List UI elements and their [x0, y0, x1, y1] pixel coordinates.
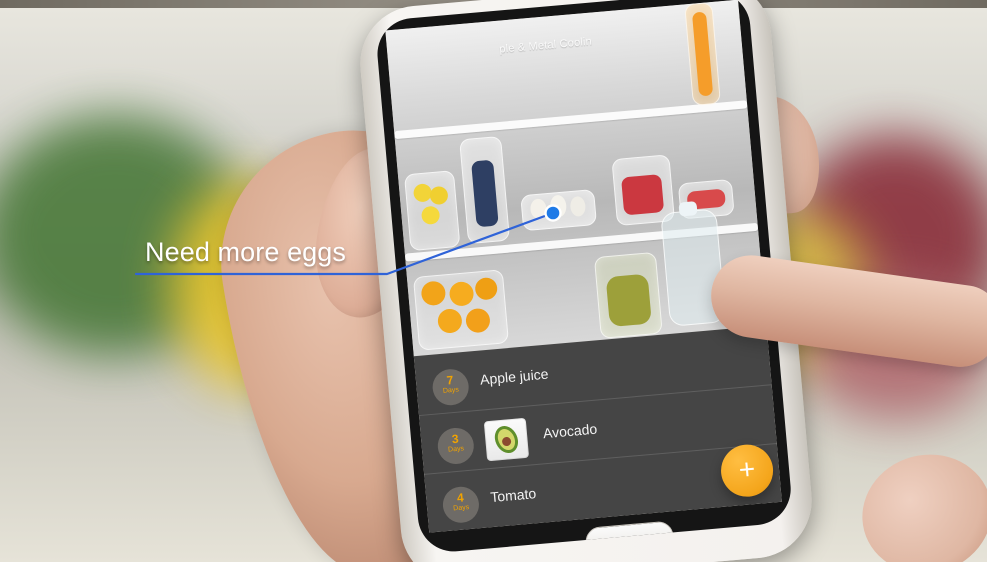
carrots	[691, 11, 714, 97]
side-jar	[684, 1, 721, 106]
days-label: Days	[442, 386, 460, 395]
orange	[448, 280, 475, 307]
blueberry-container	[459, 135, 511, 245]
days-label: Days	[452, 504, 470, 513]
days-badge: 4 Days	[441, 485, 481, 525]
days-badge: 3 Days	[436, 426, 476, 466]
reminder-note: Need more eggs	[145, 237, 347, 267]
orange-container	[412, 269, 510, 351]
lemon	[420, 205, 441, 226]
egg	[529, 198, 548, 220]
item-name: Avocado	[542, 420, 598, 442]
orange	[464, 307, 491, 334]
strawberries	[621, 174, 665, 216]
item-name: Apple juice	[479, 365, 550, 388]
olive-jar	[593, 251, 663, 339]
avocado-icon	[494, 426, 519, 454]
olives	[605, 273, 652, 328]
egg	[569, 195, 587, 218]
bottle-cap	[678, 201, 698, 217]
blueberries	[471, 159, 499, 228]
back-icon[interactable]: ↩	[736, 520, 752, 541]
lemon	[429, 185, 449, 206]
days-badge: 7 Days	[431, 367, 471, 407]
egg-tray	[520, 188, 598, 232]
right-finger-bottom	[848, 440, 987, 562]
orange	[474, 276, 499, 301]
shelf-upper	[394, 100, 748, 140]
days-label: Days	[447, 445, 465, 454]
home-button[interactable]	[584, 520, 675, 555]
scene: ple & Metal Coolin 7 Days Apple juice 3 …	[0, 0, 987, 562]
item-list: 7 Days Apple juice 3 Days Avocado 4 Days…	[413, 325, 782, 533]
egg	[549, 194, 568, 218]
orange	[420, 280, 447, 307]
avocado-thumbnail	[483, 417, 530, 462]
camera-view-title: ple & Metal Coolin	[498, 35, 593, 56]
recent-apps-icon[interactable]: ▭	[523, 538, 540, 554]
item-name: Tomato	[489, 485, 537, 506]
orange	[436, 308, 463, 335]
fridge-camera-view: ple & Metal Coolin	[385, 0, 767, 357]
lemon-container	[403, 170, 461, 252]
